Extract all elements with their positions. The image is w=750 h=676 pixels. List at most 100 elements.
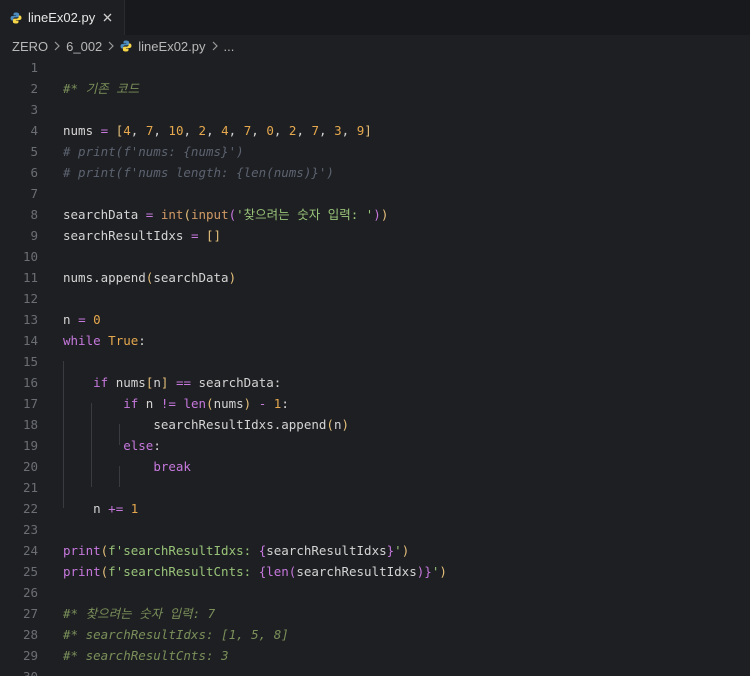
code-text: # print(f'nums length: {len(nums)}') bbox=[63, 162, 334, 183]
code-line[interactable]: 15 bbox=[0, 351, 750, 372]
code-line[interactable]: 28 #* searchResultIdxs: [1, 5, 8] bbox=[0, 624, 750, 645]
line-number: 17 bbox=[22, 396, 38, 411]
code-line[interactable]: 8 searchData = int(input('찾으려는 숫자 입력: ')) bbox=[0, 204, 750, 225]
code-token: ) bbox=[373, 207, 381, 222]
code-line[interactable]: 13 n = 0 bbox=[0, 309, 750, 330]
tab-lineex02[interactable]: lineEx02.py bbox=[0, 0, 125, 35]
code-line[interactable]: 19 else: bbox=[0, 435, 750, 456]
close-icon[interactable] bbox=[101, 11, 114, 24]
code-token: nums bbox=[108, 375, 146, 390]
code-token: searchResultIdxs bbox=[63, 228, 191, 243]
line-number: 23 bbox=[22, 522, 38, 537]
code-line[interactable]: 18 searchResultIdxs.append(n) bbox=[0, 414, 750, 435]
code-line[interactable]: 6 # print(f'nums length: {len(nums)}') bbox=[0, 162, 750, 183]
tab-label: lineEx02.py bbox=[28, 10, 96, 25]
code-line[interactable]: 7 bbox=[0, 183, 750, 204]
line-number: 29 bbox=[22, 648, 38, 663]
code-line[interactable]: 12 bbox=[0, 288, 750, 309]
code-token: , bbox=[273, 123, 289, 138]
code-token: += bbox=[108, 501, 124, 516]
code-token: searchData bbox=[63, 207, 146, 222]
code-token: print bbox=[63, 543, 101, 558]
code-token: , bbox=[206, 123, 222, 138]
line-number: 7 bbox=[30, 186, 38, 201]
code-line[interactable]: 27 #* 찾으려는 숫자 입력: 7 bbox=[0, 603, 750, 624]
code-line[interactable]: 11 nums.append(searchData) bbox=[0, 267, 750, 288]
code-text: #* searchResultIdxs: [1, 5, 8] bbox=[63, 624, 289, 645]
code-text: nums = [4, 7, 10, 2, 4, 7, 0, 2, 7, 3, 9… bbox=[63, 120, 372, 141]
code-text: break bbox=[63, 456, 191, 477]
code-token: : bbox=[138, 333, 146, 348]
code-line[interactable]: 24 print(f'searchResultIdxs: {searchResul… bbox=[0, 540, 750, 561]
code-line[interactable]: 4 nums = [4, 7, 10, 2, 4, 7, 0, 2, 7, 3, … bbox=[0, 120, 750, 141]
code-token: while bbox=[63, 333, 101, 348]
code-line[interactable]: 5 # print(f'nums: {nums}') bbox=[0, 141, 750, 162]
line-number: 5 bbox=[30, 144, 38, 159]
code-line[interactable]: 17 if n != len(nums) - 1: bbox=[0, 393, 750, 414]
code-token: input bbox=[190, 207, 229, 222]
code-line[interactable]: 26 bbox=[0, 582, 750, 603]
line-number: 11 bbox=[22, 270, 38, 285]
breadcrumb-item-folder[interactable]: 6_002 bbox=[66, 39, 102, 54]
code-token: 2 bbox=[198, 123, 207, 138]
code-token: , bbox=[319, 123, 335, 138]
code-text: #* 기존 코드 bbox=[63, 78, 139, 99]
breadcrumb-item-file[interactable]: lineEx02.py bbox=[138, 39, 205, 54]
code-token: != bbox=[160, 396, 176, 411]
line-number: 24 bbox=[22, 543, 38, 558]
code-line[interactable]: 22 n += 1 bbox=[0, 498, 750, 519]
code-token: 10 bbox=[168, 123, 184, 138]
code-token: if bbox=[123, 396, 139, 411]
code-text: if n != len(nums) - 1: bbox=[63, 393, 289, 414]
code-token: ( bbox=[228, 207, 237, 222]
code-token: searchData bbox=[153, 270, 229, 285]
code-token: nums bbox=[213, 396, 244, 411]
code-token: n bbox=[63, 312, 79, 327]
line-number: 15 bbox=[22, 354, 38, 369]
code-token: 1 bbox=[130, 501, 139, 516]
code-text: #* searchResultCnts: 3 bbox=[63, 645, 229, 666]
line-number: 25 bbox=[22, 564, 38, 579]
code-line[interactable]: 16 if nums[n] == searchData: bbox=[0, 372, 750, 393]
code-text: print(f'searchResultCnts: {len(searchRes… bbox=[63, 561, 447, 582]
code-token: else bbox=[123, 438, 154, 453]
code-token: 7 bbox=[311, 123, 320, 138]
code-token: 0 bbox=[93, 312, 101, 327]
code-token: [] bbox=[206, 228, 222, 243]
code-line[interactable]: 1 bbox=[0, 57, 750, 78]
code-line[interactable]: 20 break bbox=[0, 456, 750, 477]
code-token: , bbox=[341, 123, 357, 138]
line-number: 9 bbox=[30, 228, 38, 243]
code-line[interactable]: 14 while True: bbox=[0, 330, 750, 351]
code-editor[interactable]: 1 2 #* 기존 코드 3 4 nums = [4, 7, 10, 2, 4, 7, 0… bbox=[0, 57, 750, 676]
python-file-icon bbox=[120, 40, 132, 52]
code-line[interactable]: 23 bbox=[0, 519, 750, 540]
breadcrumb: ZERO 6_002 lineEx02.py ... bbox=[0, 35, 750, 57]
code-line[interactable]: 29 #* searchResultCnts: 3 bbox=[0, 645, 750, 666]
line-number: 3 bbox=[30, 102, 38, 117]
code-token: #* 기존 코드 bbox=[63, 81, 140, 96]
code-token: searchData: bbox=[191, 375, 282, 390]
code-token: n bbox=[153, 375, 161, 390]
code-line[interactable]: 21 bbox=[0, 477, 750, 498]
code-token: nums bbox=[63, 123, 101, 138]
code-token: f'searchResultIdxs: bbox=[108, 543, 259, 558]
code-token: nums.append bbox=[63, 270, 146, 285]
code-token: n bbox=[138, 396, 161, 411]
code-line[interactable]: 25 print(f'searchResultCnts: {len(searchR… bbox=[0, 561, 750, 582]
code-line[interactable]: 30 bbox=[0, 666, 750, 676]
code-line[interactable]: 10 bbox=[0, 246, 750, 267]
breadcrumb-item-symbol[interactable]: ... bbox=[224, 39, 235, 54]
code-line[interactable]: 9 searchResultIdxs = [] bbox=[0, 225, 750, 246]
code-line[interactable]: 3 bbox=[0, 99, 750, 120]
code-line[interactable]: 2 #* 기존 코드 bbox=[0, 78, 750, 99]
line-number: 12 bbox=[22, 291, 38, 306]
breadcrumb-item-zero[interactable]: ZERO bbox=[12, 39, 48, 54]
code-text: searchResultIdxs = [] bbox=[63, 225, 221, 246]
